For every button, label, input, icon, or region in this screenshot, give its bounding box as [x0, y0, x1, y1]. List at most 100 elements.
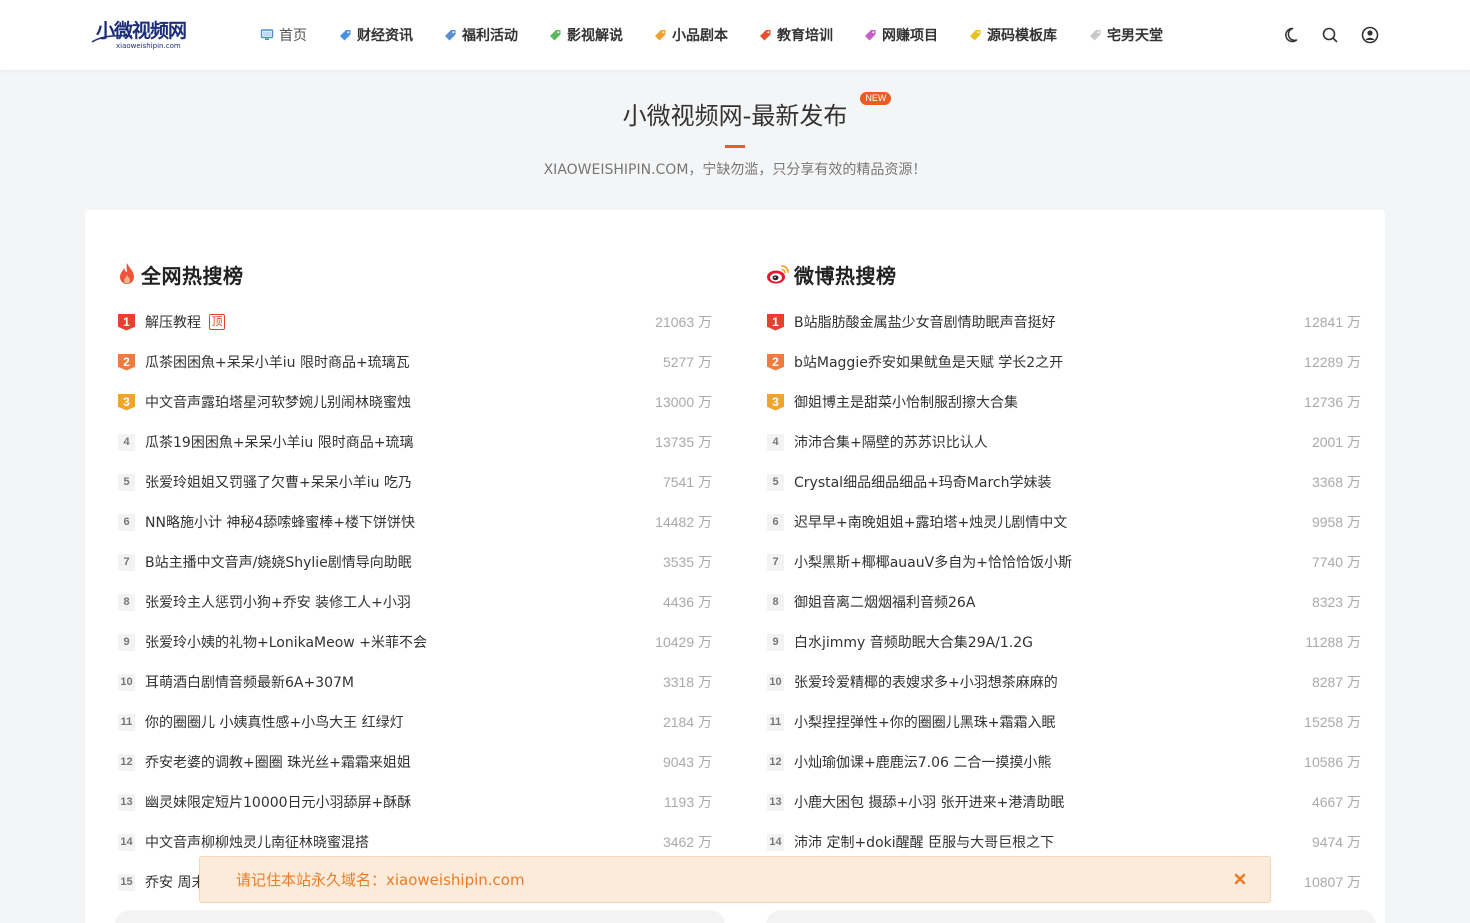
- item-count: 7541 万: [663, 462, 712, 502]
- count-value: 3535: [662, 554, 695, 570]
- list-item[interactable]: 3 御姐博主是甜菜小怡制服刮擦大合集 12736 万: [766, 382, 1361, 422]
- tag-icon: [655, 30, 666, 41]
- list-item[interactable]: 3 中文音声露珀塔星河软梦婉儿别闹林晓蜜烛 13000 万: [117, 382, 712, 422]
- item-title[interactable]: 白水jimmy 音频助眠大合集29A/1.2G: [794, 632, 1033, 652]
- item-title[interactable]: 瓜茶19困困魚+呆呆小羊iu 限时商品+琉璃: [145, 432, 414, 452]
- nav-item[interactable]: 宅男天堂: [1088, 0, 1178, 70]
- list-item[interactable]: 6 迟早早+南晚姐姐+露珀塔+烛灵儿剧情中文 9958 万: [766, 502, 1361, 542]
- list-item[interactable]: 6 NN略施小计 神秘4舔嗦蜂蜜棒+楼下饼饼快 14482 万: [117, 502, 712, 542]
- item-title[interactable]: 迟早早+南晚姐姐+露珀塔+烛灵儿剧情中文: [794, 512, 1067, 532]
- nav-item[interactable]: 福利活动: [443, 0, 548, 70]
- hero-divider: [725, 145, 745, 148]
- pinned-badge: 顶: [209, 314, 225, 330]
- item-title[interactable]: 耳萌酒白剧情音频最新6A+307M: [145, 672, 354, 692]
- list-item[interactable]: 2 瓜茶困困魚+呆呆小羊iu 限时商品+琉璃瓦 5277 万: [117, 342, 712, 382]
- list-item[interactable]: 2 b站Maggie乔安如果鱿鱼是天赋 学长2之开 12289 万: [766, 342, 1361, 382]
- item-title[interactable]: 张爱玲小姨的礼物+LonikaMeow +米菲不会: [145, 632, 427, 652]
- nav-item[interactable]: 影视解说: [548, 0, 653, 70]
- count-unit: 万: [1347, 674, 1361, 690]
- item-title[interactable]: 沛沛 定制+doki醒醒 臣服与大哥巨根之下: [794, 832, 1054, 852]
- list-item[interactable]: 11 你的圈圈儿 小姨真性感+小鸟大王 红绿灯 2184 万: [117, 702, 712, 742]
- list-item[interactable]: 11 小梨捏捏弹性+你的圈圈儿黑珠+霜霜入眠 15258 万: [766, 702, 1361, 742]
- item-title[interactable]: 幽灵妹限定短片10000日元小羽舔屏+酥酥: [145, 792, 411, 812]
- list-item[interactable]: 8 张爱玲主人惩罚小狗+乔安 装修工人+小羽 4436 万: [117, 582, 712, 622]
- nav-item[interactable]: 财经资讯: [338, 0, 443, 70]
- user-icon[interactable]: [1360, 25, 1380, 45]
- nav-item[interactable]: 网赚项目: [863, 0, 968, 70]
- item-title[interactable]: 瓜茶困困魚+呆呆小羊iu 限时商品+琉璃瓦: [145, 352, 410, 372]
- item-title[interactable]: 乔安老婆的调教+圈圈 珠光丝+霜霜来姐姐: [145, 752, 411, 772]
- item-title[interactable]: NN略施小计 神秘4舔嗦蜂蜜棒+楼下饼饼快: [145, 512, 415, 532]
- item-title[interactable]: Crystal细品细品细品+玛奇March学妹装: [794, 472, 1051, 492]
- item-title[interactable]: 沛沛合集+隔壁的苏苏识比认人: [794, 432, 988, 452]
- item-count: 3368 万: [1312, 462, 1361, 502]
- list-item[interactable]: 9 张爱玲小姨的礼物+LonikaMeow +米菲不会 10429 万: [117, 622, 712, 662]
- list-item[interactable]: 7 B站主播中文音声/娆娆Shylie剧情导向助眠 3535 万: [117, 542, 712, 582]
- item-title[interactable]: 中文音声露珀塔星河软梦婉儿别闹林晓蜜烛: [145, 392, 411, 412]
- nav-item-label: 财经资讯: [357, 28, 413, 44]
- item-title[interactable]: 中文音声柳柳烛灵儿南征林晓蜜混搭: [145, 832, 369, 852]
- item-title[interactable]: 御姐博主是甜菜小怡制服刮擦大合集: [794, 392, 1018, 412]
- item-count: 8287 万: [1312, 662, 1361, 702]
- count-value: 5277: [662, 354, 695, 370]
- list-item[interactable]: 10 张爱玲爱精椰的表嫂求多+小羽想茶麻麻的 8287 万: [766, 662, 1361, 702]
- list-item[interactable]: 7 小梨黑斯+椰椰auauV多自为+恰恰恰饭小斯 7740 万: [766, 542, 1361, 582]
- close-icon[interactable]: [1232, 871, 1248, 887]
- more-button[interactable]: [115, 910, 725, 923]
- item-title[interactable]: 小梨黑斯+椰椰auauV多自为+恰恰恰饭小斯: [794, 552, 1072, 572]
- item-title[interactable]: b站Maggie乔安如果鱿鱼是天赋 学长2之开: [794, 352, 1063, 372]
- list-item[interactable]: 10 耳萌酒白剧情音频最新6A+307M 3318 万: [117, 662, 712, 702]
- item-title[interactable]: 张爱玲主人惩罚小狗+乔安 装修工人+小羽: [145, 592, 411, 612]
- tag-icon: [445, 30, 456, 41]
- count-value: 2001: [1311, 434, 1344, 450]
- count-value: 8323: [1311, 594, 1344, 610]
- item-title[interactable]: 小灿瑜伽课+鹿鹿沄7.06 二合一摸摸小熊: [794, 752, 1051, 772]
- item-title[interactable]: 张爱玲姐姐又罚骚了欠曹+呆呆小羊iu 吃乃: [145, 472, 412, 492]
- tag-icon: [340, 30, 351, 41]
- nav-item[interactable]: 源码模板库: [968, 0, 1088, 70]
- list-item[interactable]: 4 瓜茶19困困魚+呆呆小羊iu 限时商品+琉璃 13735 万: [117, 422, 712, 462]
- item-title[interactable]: 小鹿大困包 摄舔+小羽 张开进来+港清助眠: [794, 792, 1064, 812]
- list-item[interactable]: 12 小灿瑜伽课+鹿鹿沄7.06 二合一摸摸小熊 10586 万: [766, 742, 1361, 782]
- more-button[interactable]: [766, 910, 1376, 923]
- list-item[interactable]: 13 幽灵妹限定短片10000日元小羽舔屏+酥酥 1193 万: [117, 782, 712, 822]
- search-icon[interactable]: [1320, 25, 1340, 45]
- item-title[interactable]: 小梨捏捏弹性+你的圈圈儿黑珠+霜霜入眠: [794, 712, 1055, 732]
- list-item[interactable]: 12 乔安老婆的调教+圈圈 珠光丝+霜霜来姐姐 9043 万: [117, 742, 712, 782]
- item-title[interactable]: B站主播中文音声/娆娆Shylie剧情导向助眠: [145, 552, 412, 572]
- list-item[interactable]: 5 Crystal细品细品细品+玛奇March学妹装 3368 万: [766, 462, 1361, 502]
- list-item[interactable]: 9 白水jimmy 音频助眠大合集29A/1.2G 11288 万: [766, 622, 1361, 662]
- list-item[interactable]: 13 小鹿大困包 摄舔+小羽 张开进来+港清助眠 4667 万: [766, 782, 1361, 822]
- item-title[interactable]: B站脂肪酸金属盐少女音剧情助眠声音挺好: [794, 312, 1056, 332]
- item-count: 7740 万: [1312, 542, 1361, 582]
- rank-badge: 7: [767, 553, 784, 571]
- item-title[interactable]: 张爱玲爱精椰的表嫂求多+小羽想茶麻麻的: [794, 672, 1058, 692]
- count-unit: 万: [1347, 434, 1361, 450]
- list-item[interactable]: 1 解压教程顶 21063 万: [117, 302, 712, 342]
- moon-icon[interactable]: [1280, 25, 1300, 45]
- item-count: 2184 万: [663, 702, 712, 742]
- count-value: 9474: [1311, 834, 1344, 850]
- list-item[interactable]: 1 B站脂肪酸金属盐少女音剧情助眠声音挺好 12841 万: [766, 302, 1361, 342]
- page-title: 小微视频网-最新发布: [622, 102, 848, 130]
- list-item[interactable]: 4 沛沛合集+隔壁的苏苏识比认人 2001 万: [766, 422, 1361, 462]
- nav-item[interactable]: 小品剧本: [653, 0, 758, 70]
- count-unit: 万: [698, 394, 712, 410]
- list-item[interactable]: 5 张爱玲姐姐又罚骚了欠曹+呆呆小羊iu 吃乃 7541 万: [117, 462, 712, 502]
- item-count: 13000 万: [655, 382, 712, 422]
- item-count: 9474 万: [1312, 822, 1361, 862]
- item-title[interactable]: 御姐音离二烟烟福利音频26A: [794, 592, 975, 612]
- item-count: 11288 万: [1305, 622, 1361, 662]
- item-title[interactable]: 你的圈圈儿 小姨真性感+小鸟大王 红绿灯: [145, 712, 404, 732]
- item-title[interactable]: 乔安 周末: [145, 872, 205, 892]
- count-unit: 万: [1347, 834, 1361, 850]
- page-subtitle: XIAOWEISHIPIN.COM，宁缺勿滥，只分享有效的精品资源！: [543, 162, 927, 178]
- hero-title-wrap: 小微视频网-最新发布 NEW: [0, 92, 1470, 132]
- item-title[interactable]: 解压教程: [145, 312, 201, 332]
- nav-item[interactable]: 首页: [260, 0, 338, 70]
- count-value: 3462: [662, 834, 695, 850]
- nav-item[interactable]: 教育培训: [758, 0, 863, 70]
- site-logo[interactable]: 小微视频网 xiaoweishipin.com: [91, 20, 196, 52]
- list-item[interactable]: 8 御姐音离二烟烟福利音频26A 8323 万: [766, 582, 1361, 622]
- count-unit: 万: [1347, 714, 1361, 730]
